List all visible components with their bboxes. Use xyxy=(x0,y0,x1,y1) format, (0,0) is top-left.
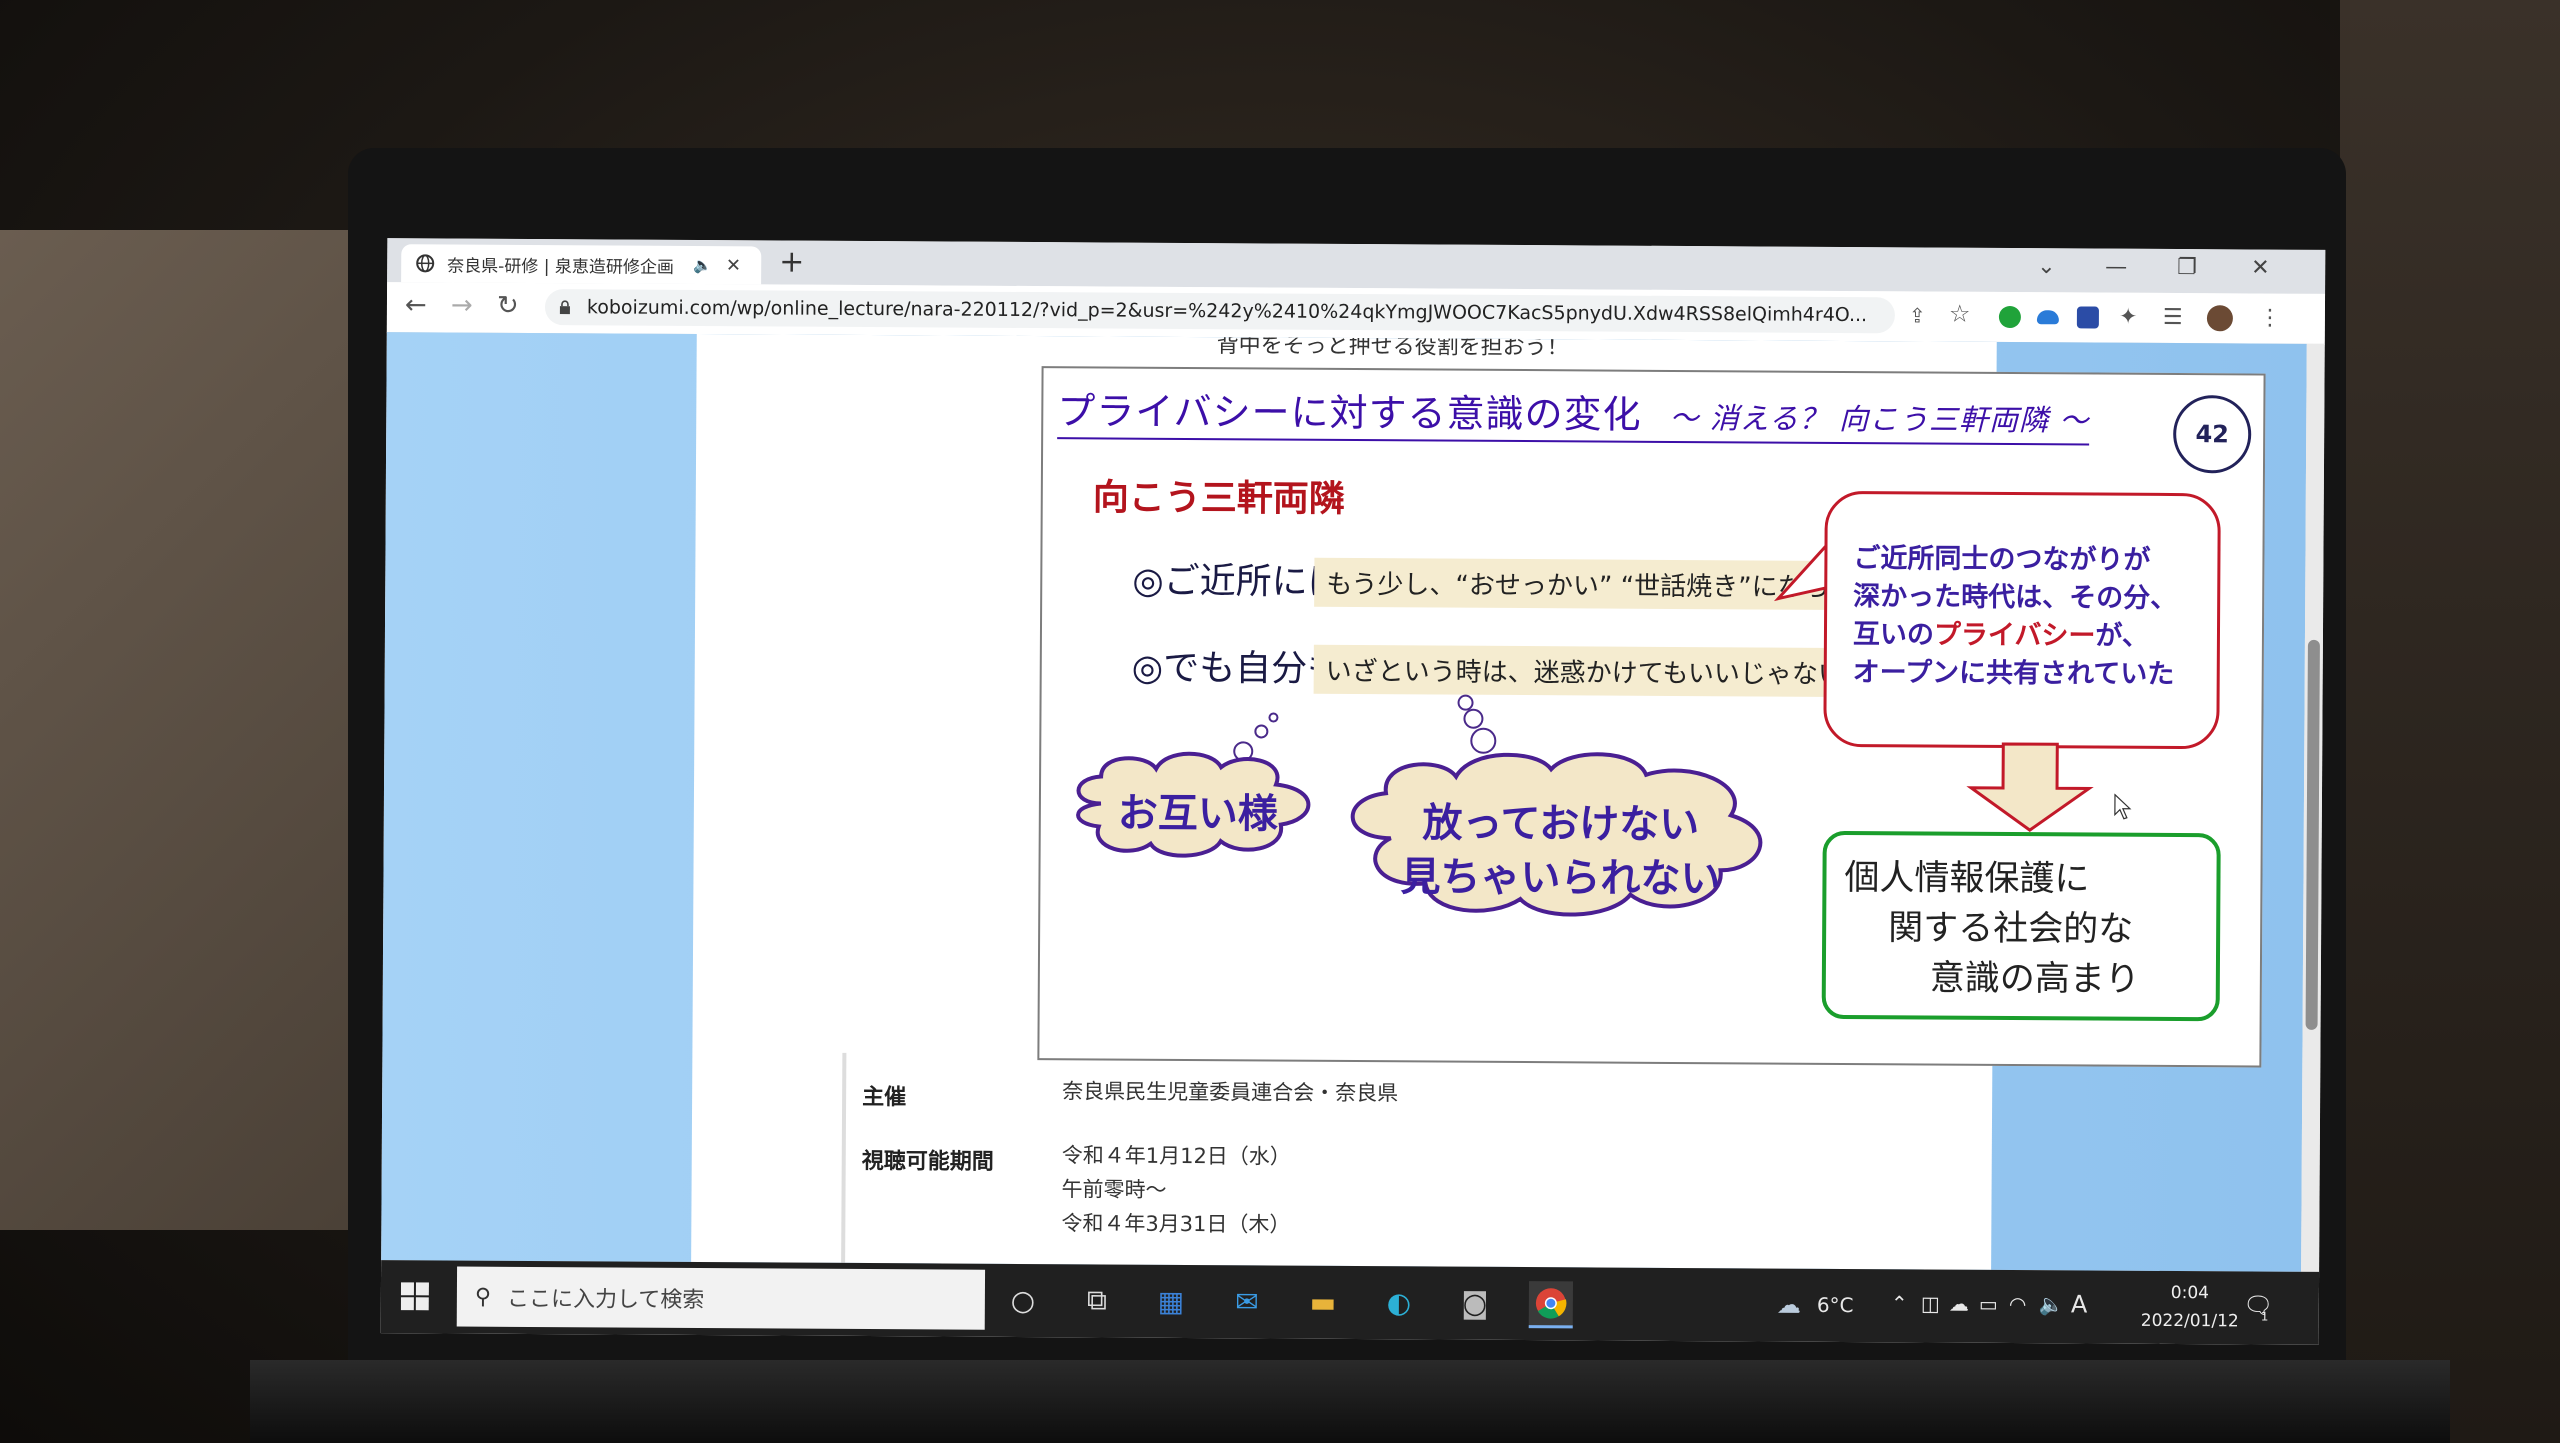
weather-temperature[interactable]: 6°C xyxy=(1817,1293,1854,1317)
restore-icon[interactable]: ❐ xyxy=(2177,255,2197,280)
file-explorer-icon[interactable]: ▬ xyxy=(1301,1280,1345,1324)
cloud-text-cant-ignore: 放っておけない 見ちゃいられない xyxy=(1400,800,1721,903)
tray-chevron-icon[interactable]: ⌃ xyxy=(1891,1291,1908,1315)
notification-count: 1 xyxy=(2260,1309,2269,1324)
info-value-start-time: 午前零時～ xyxy=(1061,1177,1167,1202)
store-icon[interactable]: ▦ xyxy=(1149,1279,1193,1323)
info-divider xyxy=(841,1052,847,1263)
slide-page-number: 42 xyxy=(2172,395,2252,474)
slide-subtitle: ～ 消える？ 向こう三軒両隣 ～ xyxy=(1669,400,2090,438)
bookmark-star-icon[interactable]: ☆ xyxy=(1949,300,1971,328)
onedrive-cloud-icon[interactable] xyxy=(2036,310,2059,325)
callout-text: ご近所同士のつながりが 深かった時代は、その分、 互いのプライバシーが、 オープ… xyxy=(1852,543,2178,691)
wifi-icon[interactable]: ◠ xyxy=(2009,1292,2027,1316)
browser-tab[interactable]: 奈良県-研修 | 泉恵造研修企画 🔈 ✕ xyxy=(401,244,762,285)
info-label-organizer: 主催 xyxy=(862,1085,907,1111)
speaker-icon[interactable]: 🔈 xyxy=(693,256,712,274)
taskbar-search-box[interactable]: ⚲ ここに入力して検索 xyxy=(456,1266,986,1330)
info-value-organizer: 奈良県民生児童委員連合会・奈良県 xyxy=(1062,1079,1399,1106)
cortana-circle-icon[interactable]: ○ xyxy=(1001,1278,1045,1322)
tray-app-icon[interactable]: ◫ xyxy=(1921,1291,1940,1315)
forward-arrow-icon[interactable]: → xyxy=(451,290,473,320)
laptop-base xyxy=(250,1360,2450,1443)
weather-cloud-icon[interactable]: ☁ xyxy=(1777,1291,1801,1319)
slide-title: プライバシーに対する意識の変化～ 消える？ 向こう三軒両隣 ～ xyxy=(1057,380,2090,446)
camera-icon[interactable]: ◙ xyxy=(1453,1281,1497,1325)
info-value-end-date: 令和４年3月31日（木） xyxy=(1061,1211,1291,1237)
page-content: 背中をそっと押せる役割を担おう！ プライバシーに対する意識の変化～ 消える？ 向… xyxy=(691,333,2266,1270)
windows-taskbar: ⚲ ここに入力して検索 ○ ⧉ ▦ ✉ ▬ ◐ ◙ ☁ 6°C ⌃ ◫ ☁ ▭ … xyxy=(380,1260,2320,1345)
tab-search-chevron-icon[interactable]: ⌄ xyxy=(2037,254,2056,279)
conclusion-box: 個人情報保護に 関する社会的な 意識の高まり xyxy=(1821,830,2221,1022)
back-arrow-icon[interactable]: ← xyxy=(405,290,427,320)
row-label-self: ◎でも自分も xyxy=(1131,647,1344,690)
down-arrow-icon xyxy=(1966,742,2094,832)
search-icon: ⚲ xyxy=(474,1284,492,1310)
info-label-viewing-period: 視聴可能期間 xyxy=(861,1149,994,1175)
task-view-icon[interactable]: ⧉ xyxy=(1075,1278,1119,1322)
cloud-text-otagaisama: お互い様 xyxy=(1117,790,1278,838)
desk-background xyxy=(0,230,380,1230)
mouse-pointer-icon xyxy=(2114,793,2132,820)
battery-icon[interactable]: ▭ xyxy=(1979,1292,1998,1316)
row-label-neighbors: ◎ご近所には xyxy=(1132,560,1344,603)
lock-icon xyxy=(559,300,570,315)
avatar[interactable] xyxy=(2206,305,2233,332)
system-clock[interactable]: 0:04 2022/01/12 xyxy=(2141,1279,2239,1336)
extension-green-icon[interactable] xyxy=(1998,305,2021,329)
slide-heading: 向こう三軒両隣 xyxy=(1092,477,1345,520)
tab-title: 奈良県-研修 | 泉恵造研修企画 xyxy=(447,255,674,278)
ime-indicator[interactable]: A xyxy=(2071,1290,2088,1318)
reload-icon[interactable]: ↻ xyxy=(497,291,519,321)
info-value-start-date: 令和４年1月12日（水） xyxy=(1061,1143,1291,1169)
clock-time: 0:04 xyxy=(2170,1283,2210,1304)
url-text: koboizumi.com/wp/online_lecture/nara-220… xyxy=(586,296,1868,327)
page-viewport: 背中をそっと押せる役割を担おう！ プライバシーに対する意識の変化～ 消える？ 向… xyxy=(381,332,2307,1272)
clock-date: 2022/01/12 xyxy=(2140,1310,2239,1332)
volume-icon[interactable]: 🔈 xyxy=(2039,1292,2064,1316)
laptop-screen: 奈良県-研修 | 泉恵造研修企画 🔈 ✕ + ⌄ — ❐ ✕ ← → ↻ kob… xyxy=(380,238,2326,1345)
search-placeholder: ここに入力して検索 xyxy=(506,1286,705,1314)
windows-start-icon[interactable] xyxy=(400,1282,429,1311)
scrollbar-thumb[interactable] xyxy=(2305,639,2320,1030)
room-background xyxy=(2340,0,2560,1443)
mail-icon[interactable]: ✉ xyxy=(1225,1279,1269,1323)
chrome-icon[interactable] xyxy=(1528,1281,1574,1329)
edge-browser-icon[interactable]: ◐ xyxy=(1377,1280,1421,1324)
extension-blue-icon[interactable] xyxy=(2076,306,2099,329)
more-menu-icon[interactable]: ⋮ xyxy=(2259,306,2281,331)
new-tab-button[interactable]: + xyxy=(779,244,804,279)
address-bar[interactable]: koboizumi.com/wp/online_lecture/nara-220… xyxy=(544,289,1896,334)
notification-icon[interactable]: 🗨 xyxy=(2243,1291,2274,1319)
media-queue-icon[interactable]: ☰ xyxy=(2163,305,2183,330)
onedrive-tray-icon[interactable]: ☁ xyxy=(1949,1292,1969,1316)
speech-callout: ご近所同士のつながりが 深かった時代は、その分、 互いのプライバシーが、 オープ… xyxy=(1823,490,2221,750)
share-icon[interactable]: ⇪ xyxy=(1909,303,1926,327)
lecture-slide: プライバシーに対する意識の変化～ 消える？ 向こう三軒両隣 ～ 42 向こう三軒… xyxy=(1037,366,2266,1068)
tab-close-icon[interactable]: ✕ xyxy=(726,255,741,276)
puzzle-extensions-icon[interactable]: ✦ xyxy=(2119,305,2138,330)
minimize-icon[interactable]: — xyxy=(2105,255,2127,280)
close-window-icon[interactable]: ✕ xyxy=(2251,255,2270,280)
globe-icon xyxy=(416,254,435,273)
